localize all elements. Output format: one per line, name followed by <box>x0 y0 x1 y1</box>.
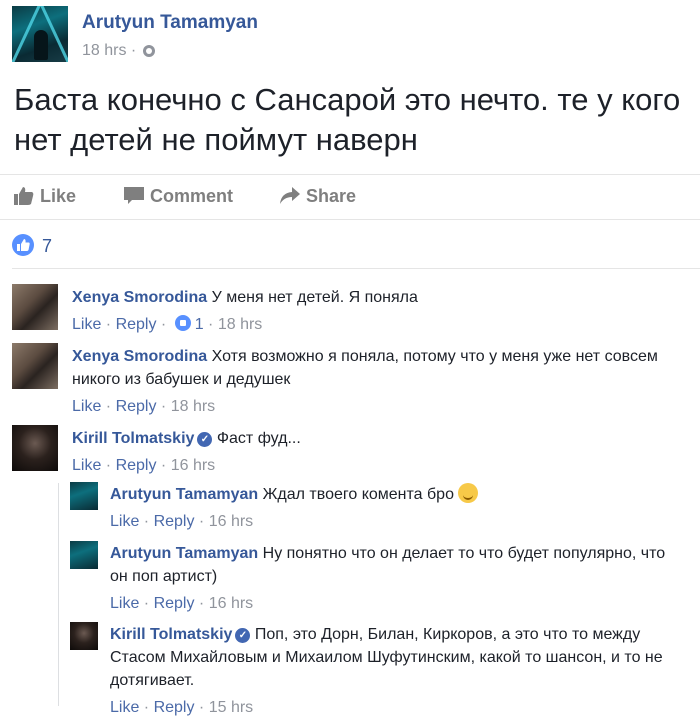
comment-time[interactable]: 18 hrs <box>171 398 215 415</box>
reaction-count[interactable]: 7 <box>42 236 52 257</box>
reply-reply-link[interactable]: Reply <box>154 595 195 612</box>
comment-text: У меня нет детей. Я поняла <box>211 289 418 306</box>
reply-like-link[interactable]: Like <box>110 513 139 530</box>
comment-author[interactable]: Xenya Smorodina <box>72 348 207 365</box>
reply-reply-link[interactable]: Reply <box>154 699 195 716</box>
comment-reply-link[interactable]: Reply <box>116 316 157 333</box>
reply-author[interactable]: Arutyun Tamamyan <box>110 486 258 503</box>
comment-like-link[interactable]: Like <box>72 457 101 474</box>
reply-reply-link[interactable]: Reply <box>154 513 195 530</box>
reply-like-link[interactable]: Like <box>110 595 139 612</box>
reply-text: Ждал твоего комента бро <box>262 486 454 503</box>
divider <box>12 268 700 269</box>
avatar[interactable] <box>12 343 58 389</box>
post-time-text[interactable]: 18 hrs <box>82 42 126 59</box>
reply-time[interactable]: 15 hrs <box>209 699 253 716</box>
globe-icon <box>142 44 155 57</box>
reply-time[interactable]: 16 hrs <box>209 513 253 530</box>
reply-author[interactable]: Arutyun Tamamyan <box>110 545 258 562</box>
smiley-emoji-icon <box>457 483 478 503</box>
comment-like-count[interactable]: 1 <box>195 316 204 333</box>
reply-like-link[interactable]: Like <box>110 699 139 716</box>
comment-author[interactable]: Xenya Smorodina <box>72 289 207 306</box>
comment-time[interactable]: 16 hrs <box>171 457 215 474</box>
comment-time[interactable]: 18 hrs <box>218 316 262 333</box>
comment-like-link[interactable]: Like <box>72 398 101 415</box>
reply-time[interactable]: 16 hrs <box>209 595 253 612</box>
post-text: Баста конечно с Сансарой это нечто. те у… <box>14 82 681 157</box>
comment-text: Фаст фуд... <box>216 430 301 447</box>
avatar[interactable] <box>70 482 98 510</box>
avatar[interactable] <box>12 425 58 471</box>
verified-badge-icon: ✓ <box>235 628 251 643</box>
comment-reply-link[interactable]: Reply <box>116 457 157 474</box>
like-reaction-icon <box>12 234 34 256</box>
post-actions-bar: Like Comment Share <box>0 174 700 220</box>
comment-icon <box>124 187 144 204</box>
comment-like-link[interactable]: Like <box>72 316 101 333</box>
author-avatar[interactable] <box>12 6 68 62</box>
reply-thread-line <box>58 483 59 706</box>
thumbs-up-icon <box>14 187 34 205</box>
like-button-label: Like <box>40 186 77 206</box>
share-icon <box>280 187 300 204</box>
reply-author[interactable]: Kirill Tolmatskiy <box>110 626 232 643</box>
like-badge-icon <box>174 315 191 331</box>
like-button[interactable]: Like <box>14 186 76 207</box>
share-button[interactable]: Share <box>280 186 356 207</box>
post-timestamp[interactable]: 18 hrs · <box>82 42 155 60</box>
avatar[interactable] <box>70 622 98 650</box>
avatar[interactable] <box>70 541 98 569</box>
comment-button-label: Comment <box>150 186 234 206</box>
comment-author[interactable]: Kirill Tolmatskiy <box>72 430 194 447</box>
comment-button[interactable]: Comment <box>124 186 233 207</box>
comment-reply-link[interactable]: Reply <box>116 398 157 415</box>
avatar[interactable] <box>12 284 58 330</box>
share-button-label: Share <box>306 186 357 206</box>
post-author-name[interactable]: Arutyun Tamamyan <box>82 12 258 34</box>
verified-badge-icon: ✓ <box>197 432 213 447</box>
